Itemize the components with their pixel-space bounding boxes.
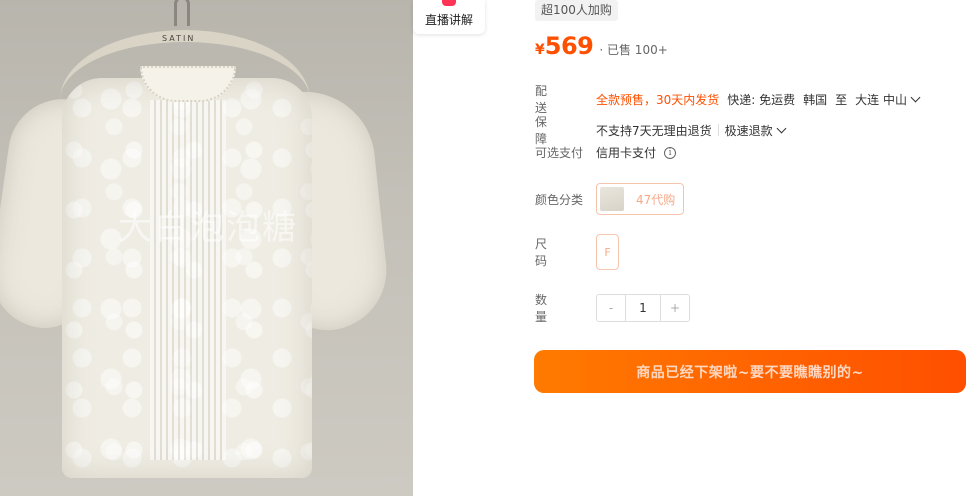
size-option[interactable]: F bbox=[596, 234, 619, 270]
blouse-pleats bbox=[150, 100, 226, 460]
add-to-cart-count-tag: 超100人加购 bbox=[535, 0, 618, 21]
hanger-hook bbox=[174, 0, 190, 26]
color-row: 颜色分类 47代购 bbox=[535, 183, 685, 215]
quantity-input[interactable]: 1 bbox=[625, 295, 661, 321]
shipping-row: 配送 全款预售，30天内发货 快递: 免运费 韩国 至 大连 中山 bbox=[535, 82, 921, 116]
no-return-text: 不支持7天无理由退货 bbox=[596, 123, 712, 138]
color-thumbnail bbox=[600, 187, 624, 211]
payment-label: 可选支付 bbox=[535, 146, 584, 160]
currency-symbol: ¥ bbox=[535, 42, 545, 58]
sold-count: · 已售 100+ bbox=[599, 43, 668, 57]
divider bbox=[717, 124, 719, 136]
live-explain-badge[interactable]: 直播讲解 bbox=[413, 0, 485, 34]
payment-method: 信用卡支付 bbox=[596, 146, 657, 160]
guarantee-label: 保障 bbox=[535, 115, 572, 146]
decrease-button[interactable]: - bbox=[597, 295, 625, 321]
quantity-label: 数量 bbox=[535, 293, 572, 324]
size-row: 尺码 F bbox=[535, 234, 619, 270]
price-row: ¥ 569 · 已售 100+ bbox=[535, 32, 668, 62]
live-explain-label: 直播讲解 bbox=[424, 13, 473, 27]
product-image[interactable]: SATIN 大白泡泡糖 bbox=[0, 0, 413, 496]
payment-row: 可选支付 信用卡支付 i bbox=[535, 144, 677, 161]
color-option-label: 47代购 bbox=[636, 192, 676, 207]
chevron-down-icon[interactable] bbox=[776, 123, 787, 133]
hanger-brand: SATIN bbox=[162, 34, 196, 43]
color-option[interactable]: 47代购 bbox=[596, 183, 685, 215]
color-label: 颜色分类 bbox=[535, 192, 584, 207]
info-icon[interactable]: i bbox=[664, 146, 677, 159]
unavailable-buy-button[interactable]: 商品已经下架啦~要不要瞧瞧别的~ bbox=[534, 350, 966, 393]
destination-selector[interactable]: 大连 中山 bbox=[855, 91, 907, 108]
chevron-down-icon[interactable] bbox=[910, 92, 921, 102]
to-text: 至 bbox=[835, 92, 848, 107]
live-icon bbox=[442, 0, 456, 6]
price-value: 569 bbox=[544, 32, 594, 60]
guarantee-row: 保障 不支持7天无理由退货 极速退款 bbox=[535, 113, 787, 147]
increase-button[interactable]: + bbox=[661, 295, 689, 321]
image-watermark: 大白泡泡糖 bbox=[118, 208, 298, 248]
origin-text: 韩国 bbox=[803, 92, 828, 107]
fast-refund-text[interactable]: 极速退款 bbox=[725, 122, 773, 139]
quantity-stepper: - 1 + bbox=[596, 294, 690, 322]
shipping-label: 配送 bbox=[535, 84, 572, 115]
presale-text: 全款预售，30天内发货 bbox=[596, 92, 720, 107]
carrier-text: 快递: 免运费 bbox=[727, 92, 796, 107]
size-label: 尺码 bbox=[535, 237, 572, 268]
quantity-row: 数量 - 1 + bbox=[535, 291, 690, 325]
